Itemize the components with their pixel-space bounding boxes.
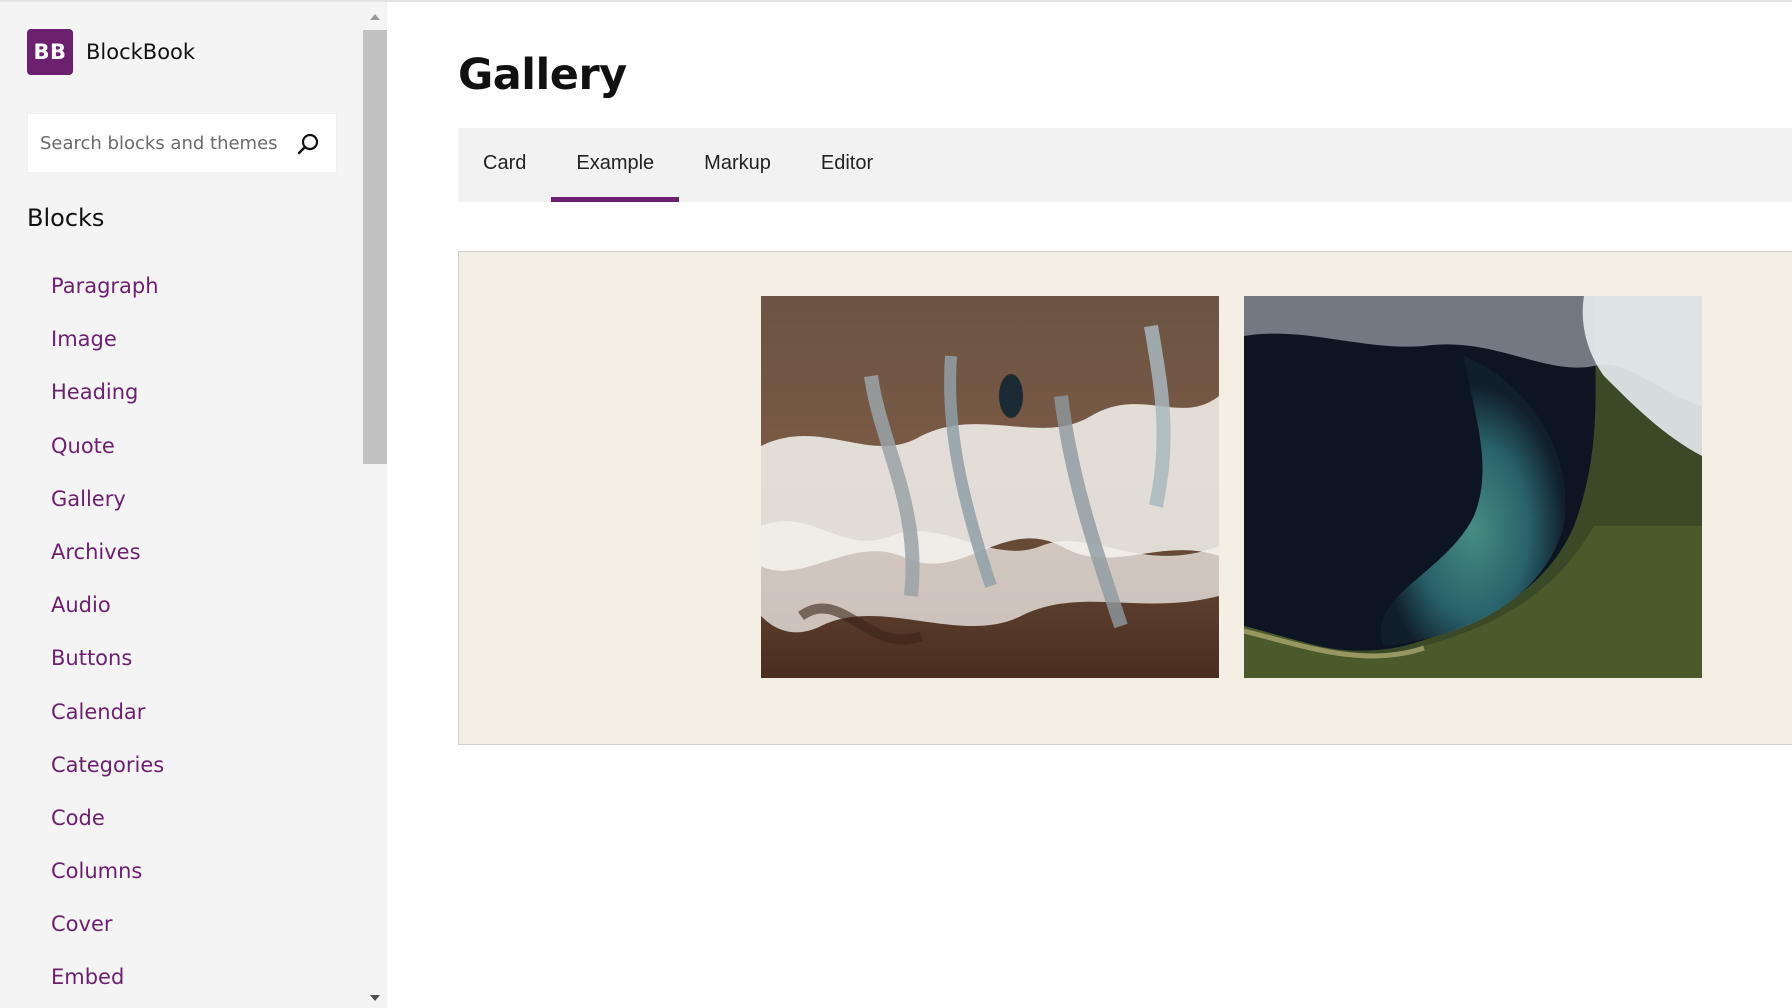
gallery-image-lake[interactable] [1244,296,1702,678]
sidebar-item-code[interactable]: Code [51,798,164,851]
main-content: Gallery Card Example Markup Editor [387,0,1792,1008]
sidebar-scrollbar[interactable] [363,2,387,1008]
search-input[interactable] [28,114,290,172]
sidebar-item-paragraph[interactable]: Paragraph [51,266,164,319]
sidebar-item-heading[interactable]: Heading [51,372,164,425]
sidebar-item-audio[interactable]: Audio [51,585,164,638]
brand[interactable]: BB BlockBook [27,29,195,75]
sidebar-item-calendar[interactable]: Calendar [51,692,164,745]
sidebar-item-categories[interactable]: Categories [51,745,164,798]
search-button[interactable] [294,130,322,158]
tab-bar: Card Example Markup Editor [458,128,1792,202]
sidebar-item-gallery[interactable]: Gallery [51,479,164,532]
scroll-up-arrow-icon[interactable] [370,14,380,20]
tab-card[interactable]: Card [458,128,551,202]
tab-editor[interactable]: Editor [796,128,898,202]
blocks-nav: Paragraph Image Heading Quote Gallery Ar… [51,266,164,1008]
sidebar-item-embed[interactable]: Embed [51,957,164,1008]
sidebar-item-archives[interactable]: Archives [51,532,164,585]
sidebar: BB BlockBook Blocks Paragraph Image Head… [0,0,387,1008]
lake-satellite-image [1244,296,1702,678]
blocks-section-title: Blocks [27,204,105,232]
tab-example[interactable]: Example [551,128,679,202]
brand-logo: BB [27,29,73,75]
brand-name: BlockBook [86,40,196,64]
sidebar-item-quote[interactable]: Quote [51,426,164,479]
sidebar-item-columns[interactable]: Columns [51,851,164,904]
glacier-satellite-image [761,296,1219,678]
page-title: Gallery [458,50,627,100]
sidebar-item-cover[interactable]: Cover [51,904,164,957]
scroll-down-arrow-icon[interactable] [370,995,380,1001]
example-preview [458,251,1792,745]
sidebar-item-buttons[interactable]: Buttons [51,638,164,691]
search-icon [297,133,319,155]
gallery-image-glaciers[interactable] [761,296,1219,678]
tab-markup[interactable]: Markup [679,128,796,202]
search-box [27,113,337,173]
sidebar-item-image[interactable]: Image [51,319,164,372]
scrollbar-thumb[interactable] [363,30,387,464]
